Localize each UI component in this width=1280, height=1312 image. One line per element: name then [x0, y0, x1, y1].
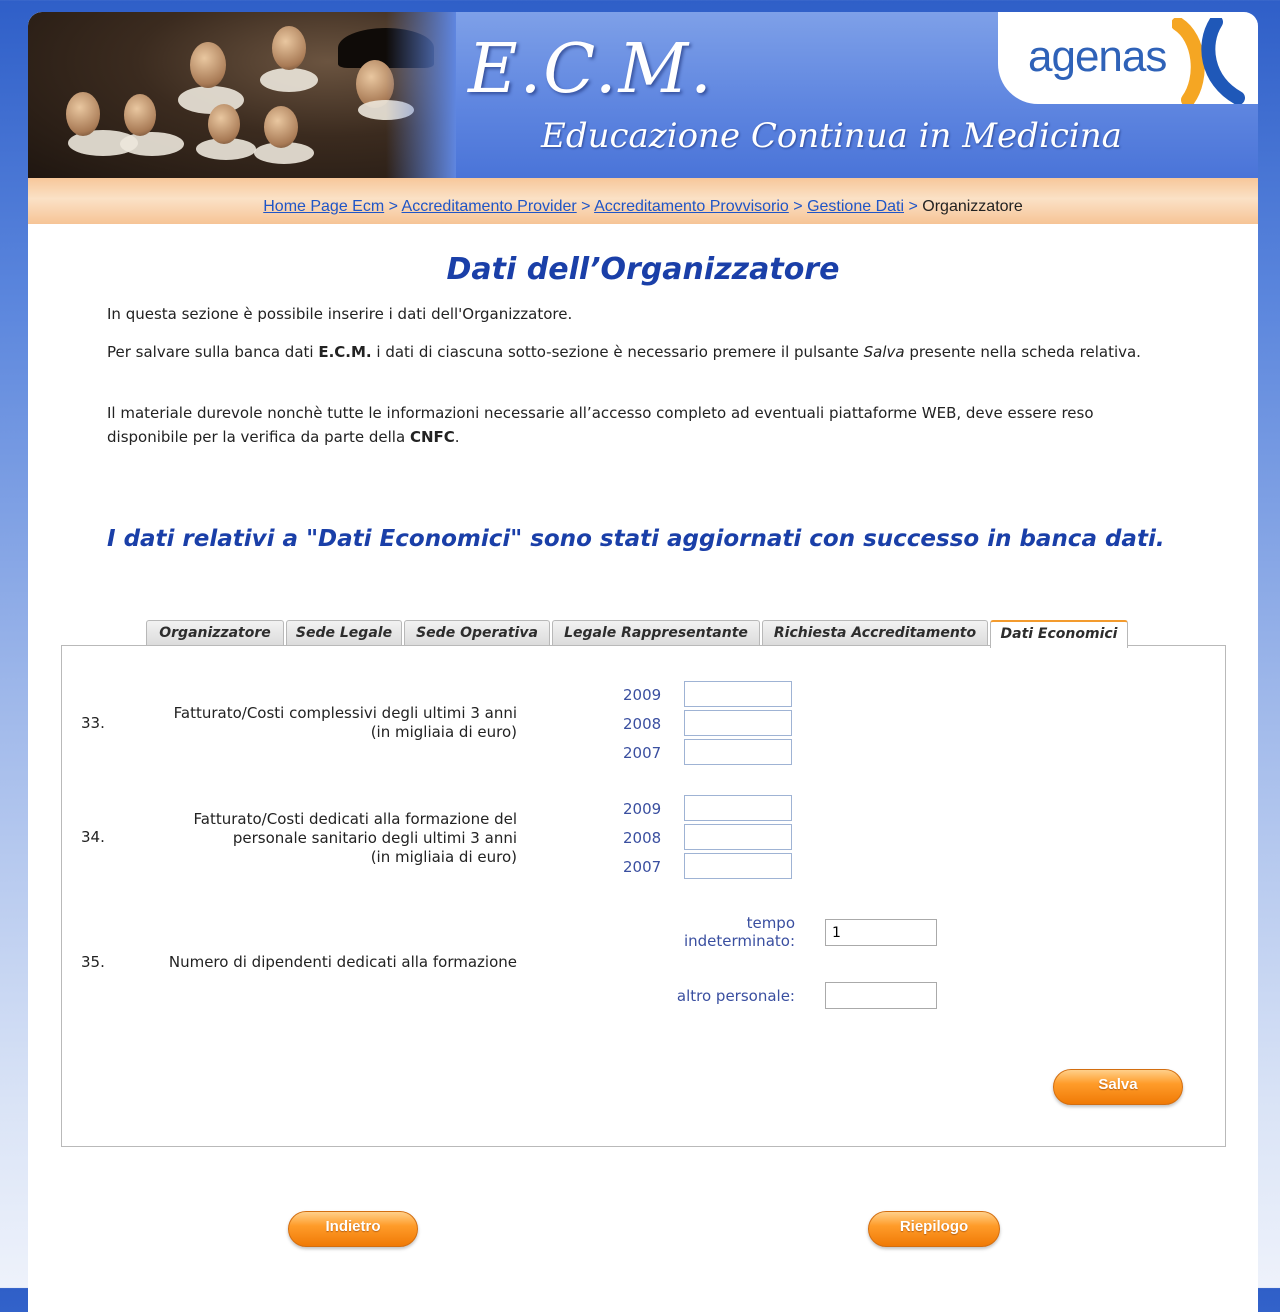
page-container: E.C.M. Educazione Continua in Medicina a…	[28, 12, 1258, 1312]
question-33-year-2008: 2008	[623, 715, 662, 733]
question-33-label: Fatturato/Costi complessivi degli ultimi…	[173, 704, 517, 741]
question-33-2007-input[interactable]	[684, 739, 792, 765]
question-33-2009-input[interactable]	[684, 681, 792, 707]
page-title: Dati dell’Organizzatore	[446, 252, 840, 287]
tab-sede-operativa[interactable]: Sede Operativa	[404, 620, 550, 645]
agenas-logo-text: agenas	[1028, 32, 1167, 81]
breadcrumb-current: Organizzatore	[922, 198, 1023, 215]
altro-personale-label: altro personale:	[676, 987, 795, 1005]
altro-personale-input[interactable]	[825, 982, 937, 1009]
breadcrumb-separator: >	[908, 198, 918, 215]
agenas-logo-mark-icon	[1172, 18, 1245, 104]
question-34-year-2007: 2007	[623, 858, 662, 876]
tempo-indeterminato-input[interactable]	[825, 919, 937, 946]
tab-sede-legale[interactable]: Sede Legale	[286, 620, 402, 645]
breadcrumb-accreditamento-provvisorio-link[interactable]: Accreditamento Provvisorio	[594, 198, 789, 215]
save-button[interactable]: Salva	[1053, 1069, 1183, 1105]
agenas-logo[interactable]: agenas	[998, 12, 1258, 104]
breadcrumb-separator: >	[388, 198, 398, 215]
tab-richiesta-accreditamento[interactable]: Richiesta Accreditamento	[762, 620, 988, 645]
header-painting	[28, 12, 456, 178]
breadcrumb-separator: >	[793, 198, 803, 215]
question-33-year-2009: 2009	[623, 686, 662, 704]
question-33-2008-input[interactable]	[684, 710, 792, 736]
question-34-2007-input[interactable]	[684, 853, 792, 879]
success-message: I dati relativi a "Dati Economici" sono …	[107, 526, 1165, 552]
tab-organizzatore[interactable]: Organizzatore	[146, 620, 284, 645]
breadcrumb-separator: >	[581, 198, 591, 215]
question-34-2009-input[interactable]	[684, 795, 792, 821]
question-34-2008-input[interactable]	[684, 824, 792, 850]
question-34-label: Fatturato/Costi dedicati alla formazione…	[193, 810, 517, 866]
tempo-indeterminato-label: tempo indeterminato:	[683, 914, 795, 950]
question-34-year-2008: 2008	[623, 829, 662, 847]
breadcrumb: Home Page Ecm > Accreditamento Provider …	[28, 178, 1258, 224]
question-35-label: Numero di dipendenti dedicati alla forma…	[168, 953, 517, 971]
summary-button[interactable]: Riepilogo	[868, 1211, 1000, 1247]
question-33-year-2007: 2007	[623, 744, 662, 762]
intro-text-2: Per salvare sulla banca dati E.C.M. i da…	[107, 343, 1141, 361]
site-header: E.C.M. Educazione Continua in Medicina a…	[28, 12, 1258, 178]
tab-legale-rappresentante[interactable]: Legale Rappresentante	[552, 620, 760, 645]
intro-text-1: In questa sezione è possibile inserire i…	[107, 305, 573, 323]
form-panel: 33. Fatturato/Costi complessivi degli ul…	[61, 645, 1226, 1147]
question-34-year-2009: 2009	[623, 800, 662, 818]
header-title: E.C.M.	[468, 30, 714, 109]
breadcrumb-gestione-dati-link[interactable]: Gestione Dati	[807, 198, 904, 215]
back-button[interactable]: Indietro	[288, 1211, 418, 1247]
breadcrumb-accreditamento-provider-link[interactable]: Accreditamento Provider	[402, 198, 577, 215]
header-subtitle: Educazione Continua in Medicina	[541, 116, 1122, 156]
tab-dati-economici[interactable]: Dati Economici	[990, 620, 1128, 648]
breadcrumb-home-link[interactable]: Home Page Ecm	[263, 198, 384, 215]
intro-text-3: Il materiale durevole nonchè tutte le in…	[107, 404, 1094, 446]
